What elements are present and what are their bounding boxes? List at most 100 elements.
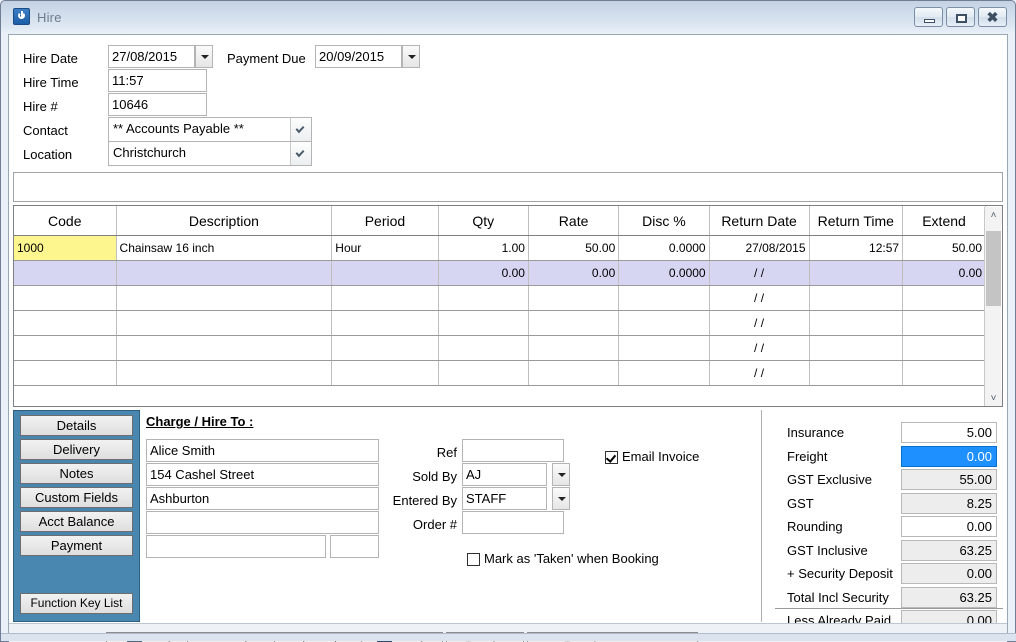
cell-return-date[interactable]: / / [709,360,810,386]
cell-rate[interactable] [528,335,620,361]
hire-date-input[interactable]: 27/08/2015 [108,45,195,68]
payment-due-input[interactable]: 20/09/2015 [315,45,402,68]
sidebar-item-custom-fields[interactable]: Custom Fields [20,487,133,508]
sold-by-dropdown-button[interactable] [552,463,570,486]
rounding-input[interactable]: 0.00 [901,516,997,537]
cell-extend[interactable] [902,335,986,361]
cell-period[interactable] [331,335,439,361]
hire-date-dropdown-button[interactable] [195,45,213,68]
hire-lines-grid[interactable]: Code Description Period Qty Rate Disc % … [13,205,1003,407]
cell-period[interactable] [331,360,439,386]
sidebar-item-acct-balance[interactable]: Acct Balance [20,511,133,532]
cell-disc[interactable] [618,285,710,311]
charge-address3-input[interactable] [146,511,379,534]
cell-description[interactable]: Chainsaw 16 inch [116,235,333,261]
table-row[interactable]: 1000 Chainsaw 16 inch Hour 1.00 50.00 0.… [14,235,986,261]
cell-extend[interactable] [902,310,986,336]
insurance-input[interactable]: 5.00 [901,422,997,443]
sidebar-item-notes[interactable]: Notes [20,463,133,484]
scroll-down-icon[interactable]: ˅ [985,390,1002,406]
cell-return-time[interactable] [809,335,904,361]
cell-return-date[interactable]: / / [709,310,810,336]
table-row[interactable]: / / [14,285,986,311]
chevron-down-icon[interactable] [290,118,311,141]
col-return-time[interactable]: Return Time [809,206,904,236]
cell-code[interactable] [14,285,117,311]
cell-code[interactable] [14,335,117,361]
cell-rate[interactable]: 0.00 [528,260,620,286]
location-combobox[interactable]: Christchurch [108,141,312,166]
cell-period[interactable] [331,285,439,311]
cell-qty[interactable] [438,285,529,311]
cell-description[interactable] [116,260,333,286]
table-row[interactable]: / / [14,335,986,361]
cell-period[interactable]: Hour [331,235,439,261]
col-disc[interactable]: Disc % [618,206,710,236]
cell-return-time[interactable] [809,285,904,311]
freight-input[interactable]: 0.00 [901,445,997,467]
cell-return-date[interactable]: / / [709,335,810,361]
col-rate[interactable]: Rate [528,206,620,236]
cell-disc[interactable] [618,360,710,386]
hire-time-input[interactable]: 11:57 [108,69,207,92]
cell-return-date[interactable]: / / [709,260,810,286]
col-extend[interactable]: Extend [902,206,986,236]
cell-qty[interactable]: 0.00 [438,260,529,286]
sidebar-item-delivery[interactable]: Delivery [20,439,133,460]
cell-extend[interactable] [902,360,986,386]
cell-qty[interactable] [438,360,529,386]
entered-by-input[interactable]: STAFF [462,487,547,510]
cell-code[interactable]: 1000 [14,235,117,261]
email-invoice-checkbox[interactable] [605,451,618,464]
cell-disc[interactable] [618,335,710,361]
sold-by-input[interactable]: AJ [462,463,547,486]
col-qty[interactable]: Qty [438,206,529,236]
col-period[interactable]: Period [331,206,439,236]
charge-name-input[interactable]: Alice Smith [146,439,379,462]
hire-number-input[interactable]: 10646 [108,93,207,116]
table-row[interactable]: / / [14,360,986,386]
cell-period[interactable] [331,310,439,336]
cell-rate[interactable] [528,360,620,386]
cell-description[interactable] [116,310,333,336]
grid-vertical-scrollbar[interactable]: ˄ ˅ [984,207,1002,406]
cell-description[interactable] [116,360,333,386]
maximize-button[interactable] [946,7,975,27]
scrollbar-thumb[interactable] [986,231,1001,306]
charge-postcode-input[interactable] [330,535,379,558]
table-row[interactable]: 0.00 0.00 0.0000 / / 0.00 [14,260,986,286]
cell-return-time[interactable]: 12:57 [809,235,904,261]
col-description[interactable]: Description [116,206,333,236]
cell-qty[interactable] [438,335,529,361]
col-return-date[interactable]: Return Date [709,206,810,236]
function-key-list-button[interactable]: Function Key List [20,593,133,614]
charge-address1-input[interactable]: 154 Cashel Street [146,463,379,486]
cell-return-date[interactable]: 27/08/2015 [709,235,810,261]
cell-return-time[interactable] [809,260,904,286]
cell-qty[interactable]: 1.00 [438,235,529,261]
cell-extend[interactable]: 0.00 [902,260,986,286]
chevron-down-icon[interactable] [290,142,311,165]
cell-description[interactable] [116,335,333,361]
cell-disc[interactable] [618,310,710,336]
charge-address4-input[interactable] [146,535,326,558]
cell-period[interactable] [331,260,439,286]
cell-return-time[interactable] [809,360,904,386]
cell-description[interactable] [116,285,333,311]
cell-qty[interactable] [438,310,529,336]
cell-code[interactable] [14,260,117,286]
cell-rate[interactable] [528,310,620,336]
cell-rate[interactable] [528,285,620,311]
scroll-up-icon[interactable]: ˄ [985,207,1002,224]
order-number-input[interactable] [462,511,564,534]
contact-combobox[interactable]: ** Accounts Payable ** [108,117,312,142]
sidebar-item-payment[interactable]: Payment [20,535,133,556]
cell-extend[interactable]: 50.00 [902,235,986,261]
mark-taken-checkbox[interactable] [467,553,480,566]
cell-rate[interactable]: 50.00 [528,235,620,261]
ref-input[interactable] [462,439,564,462]
payment-due-dropdown-button[interactable] [402,45,420,68]
cell-return-date[interactable]: / / [709,285,810,311]
cell-disc[interactable]: 0.0000 [618,260,710,286]
col-code[interactable]: Code [14,206,117,236]
